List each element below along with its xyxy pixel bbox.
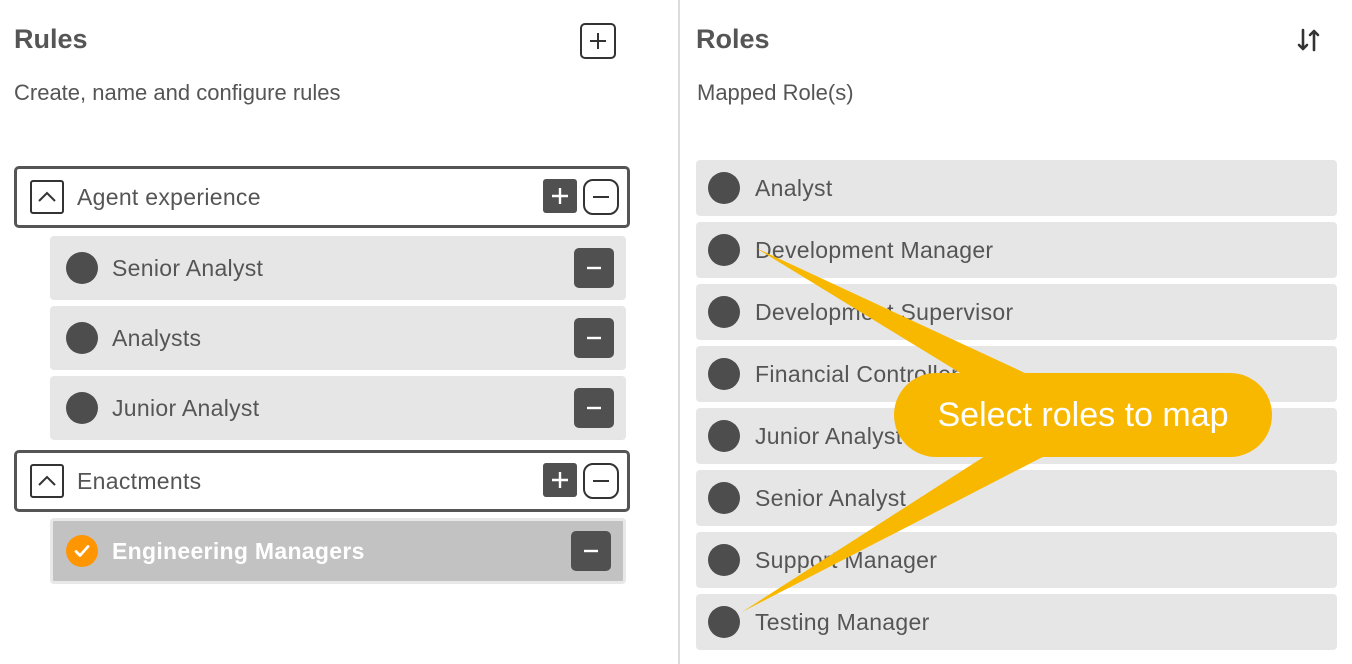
collapse-toggle[interactable] — [30, 180, 64, 214]
rule-group-agent-experience: Agent experience — [14, 166, 630, 228]
role-item-label: Senior Analyst — [755, 484, 907, 511]
role-item[interactable]: Development Supervisor — [696, 284, 1337, 340]
collapse-toggle[interactable] — [30, 464, 64, 498]
chevron-up-icon — [38, 191, 56, 202]
role-item-label: Support Manager — [755, 546, 938, 573]
remove-rule-item-button[interactable] — [574, 388, 614, 428]
role-item-label: Financial Controller — [755, 360, 960, 387]
role-item[interactable]: Financial Controller — [696, 346, 1337, 402]
radio-dot — [66, 252, 98, 284]
remove-rule-group-button[interactable] — [583, 463, 619, 499]
radio-dot — [708, 358, 740, 390]
role-item[interactable]: Support Manager — [696, 532, 1337, 588]
radio-dot — [708, 234, 740, 266]
role-item-label: Development Supervisor — [755, 298, 1014, 325]
rule-item-label: Senior Analyst — [112, 254, 264, 281]
plus-icon — [552, 188, 568, 204]
add-rule-item-button[interactable] — [543, 179, 577, 213]
minus-icon — [587, 336, 601, 340]
minus-icon — [587, 406, 601, 410]
minus-icon — [593, 480, 609, 482]
minus-icon — [593, 196, 609, 198]
role-item-label: Junior Analyst — [755, 422, 903, 449]
radio-dot — [66, 392, 98, 424]
role-item-label: Testing Manager — [755, 608, 930, 635]
rule-item[interactable]: Analysts — [50, 306, 626, 370]
role-item[interactable]: Junior Analyst — [696, 408, 1337, 464]
remove-rule-item-button[interactable] — [574, 248, 614, 288]
rule-item[interactable]: Junior Analyst — [50, 376, 626, 440]
chevron-up-icon — [38, 475, 56, 486]
radio-dot — [708, 606, 740, 638]
radio-dot — [708, 420, 740, 452]
remove-rule-item-button[interactable] — [574, 318, 614, 358]
remove-rule-item-button[interactable] — [571, 531, 611, 571]
check-circle-icon — [66, 535, 98, 567]
roles-subtitle: Mapped Role(s) — [697, 80, 854, 105]
role-item-label: Development Manager — [755, 236, 994, 263]
role-item[interactable]: Testing Manager — [696, 594, 1337, 650]
role-item[interactable]: Analyst — [696, 160, 1337, 216]
rule-group-enactments: Enactments — [14, 450, 630, 512]
radio-dot — [708, 544, 740, 576]
radio-dot — [708, 482, 740, 514]
rules-subtitle: Create, name and configure rules — [14, 80, 341, 105]
rule-item-label: Engineering Managers — [112, 537, 365, 564]
rule-item-label: Junior Analyst — [112, 394, 260, 421]
sort-icon — [1297, 28, 1320, 52]
rule-group-label: Agent experience — [77, 183, 261, 210]
role-item[interactable]: Senior Analyst — [696, 470, 1337, 526]
rules-title: Rules — [14, 24, 88, 54]
remove-rule-group-button[interactable] — [583, 179, 619, 215]
minus-icon — [584, 549, 598, 553]
add-rule-item-button[interactable] — [543, 463, 577, 497]
rule-item-label: Analysts — [112, 324, 202, 351]
radio-dot — [66, 322, 98, 354]
role-item[interactable]: Development Manager — [696, 222, 1337, 278]
radio-dot — [708, 172, 740, 204]
radio-dot — [708, 296, 740, 328]
rule-group-label: Enactments — [77, 467, 202, 494]
rule-item[interactable]: Senior Analyst — [50, 236, 626, 300]
rule-item-selected[interactable]: Engineering Managers — [50, 518, 626, 584]
add-rule-button[interactable] — [580, 23, 616, 59]
sort-button[interactable] — [1293, 24, 1325, 56]
roles-title: Roles — [696, 24, 770, 54]
minus-icon — [587, 266, 601, 270]
plus-icon — [590, 33, 606, 49]
plus-icon — [552, 472, 568, 488]
role-item-label: Analyst — [755, 174, 833, 201]
